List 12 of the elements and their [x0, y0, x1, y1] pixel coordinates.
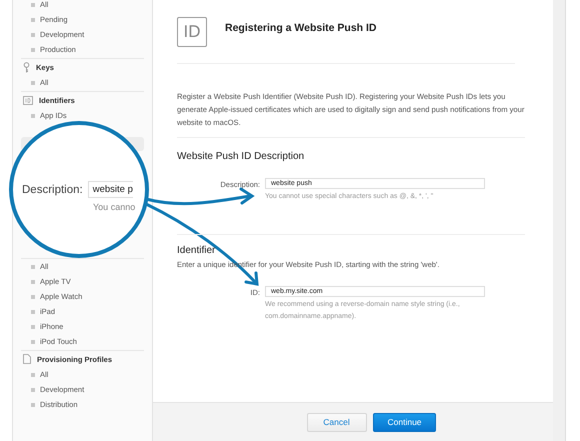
page-title: Registering a Website Push ID: [225, 22, 377, 34]
continue-button[interactable]: Continue: [372, 412, 436, 432]
id-icon: ID: [177, 17, 207, 47]
magnified-field: website p: [88, 181, 133, 198]
key-icon: [23, 62, 30, 72]
id-card-icon: [23, 96, 33, 104]
section-title: Website Push ID Description: [177, 151, 306, 162]
magnified-hint: You canno: [93, 202, 136, 212]
section-title: Identifier: [177, 245, 216, 256]
cancel-button[interactable]: Cancel: [306, 412, 366, 432]
document-icon: [23, 354, 31, 364]
magnified-label: Description:: [22, 184, 83, 196]
